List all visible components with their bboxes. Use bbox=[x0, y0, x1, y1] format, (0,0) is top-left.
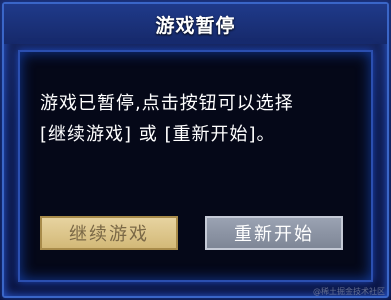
pause-message-line-2: [继续游戏] 或 [重新开始]。 bbox=[40, 124, 276, 145]
restart-game-button[interactable]: 重新开始 bbox=[205, 216, 343, 250]
pause-message: 游戏已暂停,点击按钮可以选择 [继续游戏] 或 [重新开始]。 bbox=[40, 88, 361, 150]
continue-game-button[interactable]: 继续游戏 bbox=[40, 216, 178, 250]
dialog-title-bar: 游戏暂停 bbox=[4, 4, 387, 44]
watermark-text: @稀土掘金技术社区 bbox=[313, 287, 385, 296]
dialog-title: 游戏暂停 bbox=[155, 14, 236, 37]
pause-message-line-1: 游戏已暂停,点击按钮可以选择 bbox=[40, 93, 294, 114]
restart-game-label: 重新开始 bbox=[234, 224, 314, 245]
continue-game-label: 继续游戏 bbox=[69, 224, 149, 245]
dialog-content-panel: 游戏已暂停,点击按钮可以选择 [继续游戏] 或 [重新开始]。 继续游戏 重新开… bbox=[18, 50, 373, 282]
pause-dialog: 游戏暂停 游戏已暂停,点击按钮可以选择 [继续游戏] 或 [重新开始]。 继续游… bbox=[0, 0, 391, 300]
